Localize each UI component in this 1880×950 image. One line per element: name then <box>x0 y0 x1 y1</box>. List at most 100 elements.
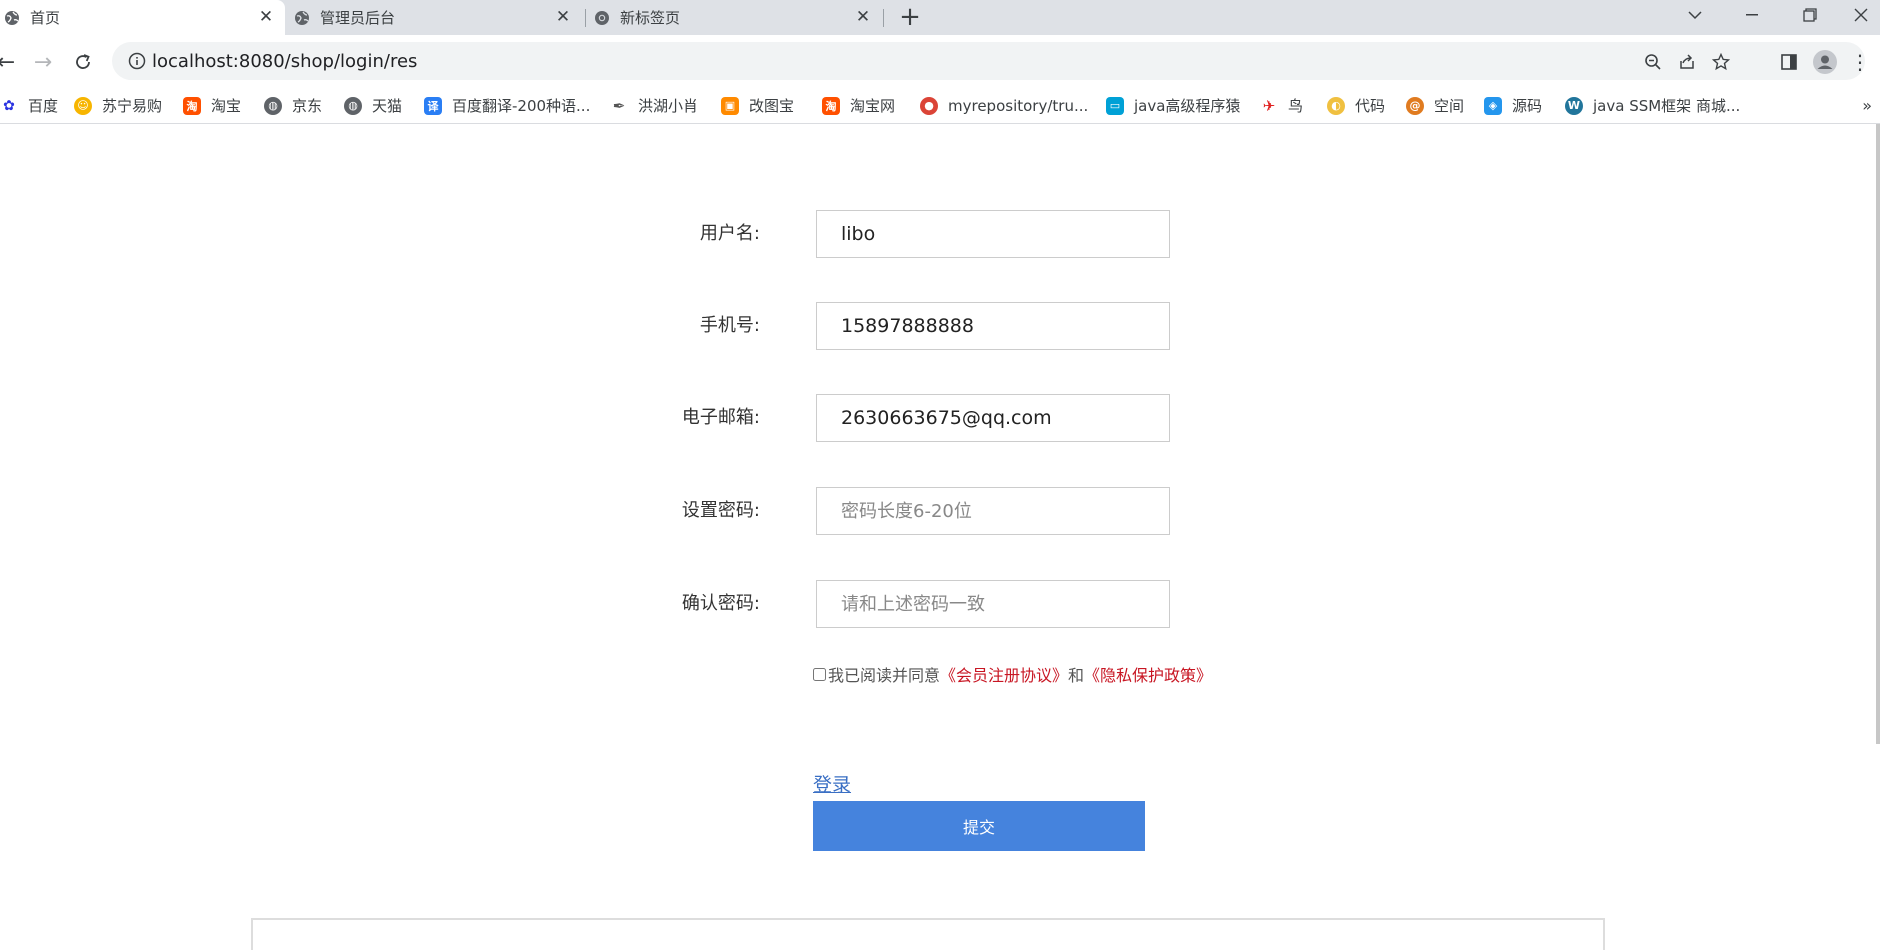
tab-separator <box>883 9 884 27</box>
close-window-icon[interactable] <box>1841 0 1880 30</box>
browser-toolbar: ← → localhost:8080/shop/login/res ⋮ <box>0 35 1880 88</box>
bookmark-item[interactable]: ◍ 京东 <box>264 88 322 123</box>
close-tab-icon[interactable]: ✕ <box>257 7 275 27</box>
phone-input[interactable] <box>816 302 1170 350</box>
bookmark-label: 鸟 <box>1288 97 1304 115</box>
minimize-icon[interactable] <box>1727 0 1777 30</box>
bookmark-item[interactable]: ● myrepository/tru... <box>920 88 1088 123</box>
bookmark-label: 天猫 <box>372 97 403 115</box>
bookmark-item[interactable]: ▭ java高级程序猿 <box>1106 88 1240 123</box>
confirm-password-row: 确认密码: <box>0 580 1880 628</box>
close-tab-icon[interactable]: ✕ <box>554 7 572 27</box>
agreement-row: 我已阅读并同意 《会员注册协议》 和 《隐私保护政策》 <box>813 662 1212 686</box>
bookmark-item[interactable]: ✈ 鸟 <box>1260 88 1303 123</box>
globe-icon <box>292 10 312 26</box>
bookmark-item[interactable]: W java SSM框架 商城... <box>1565 88 1740 123</box>
docker-icon: ◈ <box>1484 96 1502 115</box>
wordpress-icon: W <box>1565 96 1583 115</box>
tab-title: 首页 <box>30 9 61 27</box>
bookmark-label: java SSM框架 商城... <box>1593 97 1741 115</box>
tab-admin[interactable]: 管理员后台 ✕ <box>290 0 582 35</box>
bookmark-label: 洪湖小肖 <box>638 97 699 115</box>
zoom-icon[interactable] <box>1642 51 1664 73</box>
taobao-icon: 淘 <box>183 96 201 115</box>
tab-search-icon[interactable] <box>1670 0 1720 30</box>
globe-icon: ◍ <box>264 96 282 115</box>
bookmark-item[interactable]: 译 百度翻译-200种语... <box>424 88 590 123</box>
submit-button[interactable]: 提交 <box>813 801 1145 851</box>
taobao-icon: 淘 <box>822 96 840 115</box>
bookmark-label: java高级程序猿 <box>1134 97 1241 115</box>
bookmark-item[interactable]: 淘 淘宝网 <box>822 88 895 123</box>
bookmark-item[interactable]: ☺ 苏宁易购 <box>74 88 162 123</box>
privacy-policy-link[interactable]: 《隐私保护政策》 <box>1084 662 1212 686</box>
bookmarks-overflow-icon[interactable]: » <box>1862 88 1872 123</box>
bookmark-label: myrepository/tru... <box>948 96 1089 115</box>
bookmarks-bar: ✿ 百度 ☺ 苏宁易购 淘 淘宝 ◍ 京东 ◍ 天猫 译 百度翻译-200种语.… <box>0 88 1880 124</box>
info-icon[interactable] <box>128 52 146 74</box>
agree-checkbox[interactable] <box>813 667 826 681</box>
email-input[interactable] <box>816 394 1170 442</box>
phone-row: 手机号: <box>0 302 1880 350</box>
phone-label: 手机号: <box>699 315 760 336</box>
globe-icon <box>2 10 22 26</box>
tab-new[interactable]: 新标签页 ✕ <box>590 0 882 35</box>
confirm-password-label: 确认密码: <box>681 593 760 614</box>
login-link[interactable]: 登录 <box>813 770 851 797</box>
bookmark-label: 空间 <box>1434 97 1465 115</box>
reload-icon[interactable] <box>69 48 97 76</box>
address-bar[interactable]: localhost:8080/shop/login/res ⋮ <box>112 42 1870 80</box>
translate-icon: 译 <box>424 96 442 115</box>
password-input[interactable] <box>816 487 1170 535</box>
bookmark-label: 淘宝网 <box>850 97 896 115</box>
chrome-icon: ● <box>920 96 938 115</box>
username-row: 用户名: <box>0 210 1880 258</box>
bookmark-item[interactable]: ✒ 洪湖小肖 <box>610 88 698 123</box>
code-icon: ◐ <box>1327 96 1345 115</box>
bookmark-item[interactable]: ◐ 代码 <box>1327 88 1385 123</box>
forward-icon[interactable]: → <box>29 48 57 76</box>
close-tab-icon[interactable]: ✕ <box>854 7 872 27</box>
bookmark-item[interactable]: ◍ 天猫 <box>344 88 402 123</box>
bookmark-label: 源码 <box>1512 97 1543 115</box>
suning-icon: ☺ <box>74 96 92 115</box>
tab-strip: 首页 ✕ 管理员后台 ✕ 新标签页 ✕ + <box>0 0 1880 35</box>
bookmark-label: 苏宁易购 <box>102 97 163 115</box>
username-label: 用户名: <box>699 223 760 244</box>
menu-dots-icon[interactable]: ⋮ <box>1849 50 1871 74</box>
footer-box <box>251 918 1605 950</box>
password-row: 设置密码: <box>0 487 1880 535</box>
side-panel-icon[interactable] <box>1778 51 1800 73</box>
agree-text: 我已阅读并同意 <box>828 666 941 685</box>
gaitubao-icon: ▣ <box>721 96 739 115</box>
restore-icon[interactable] <box>1785 0 1835 30</box>
bookmark-star-icon[interactable] <box>1710 51 1732 73</box>
tab-home[interactable]: 首页 ✕ <box>0 0 285 35</box>
new-tab-button[interactable]: + <box>896 2 924 32</box>
globe-icon: ◍ <box>344 96 362 115</box>
tab-title: 管理员后台 <box>320 9 396 27</box>
bookmark-item[interactable]: ✿ 百度 <box>0 88 58 123</box>
bookmark-item[interactable]: ▣ 改图宝 <box>721 88 794 123</box>
bookmark-item[interactable]: 淘 淘宝 <box>183 88 241 123</box>
bookmark-label: 代码 <box>1355 97 1386 115</box>
bird-icon: ✈ <box>1260 96 1278 115</box>
bookmark-item[interactable]: @ 空间 <box>1406 88 1464 123</box>
back-icon[interactable]: ← <box>0 48 20 76</box>
confirm-password-input[interactable] <box>816 580 1170 628</box>
chrome-icon <box>592 10 612 26</box>
tab-title: 新标签页 <box>620 9 681 27</box>
bookmark-label: 改图宝 <box>749 97 795 115</box>
share-icon[interactable] <box>1676 51 1698 73</box>
url-text[interactable]: localhost:8080/shop/login/res <box>152 51 417 72</box>
email-label: 电子邮箱: <box>681 407 760 428</box>
and-text: 和 <box>1068 666 1085 685</box>
email-row: 电子邮箱: <box>0 394 1880 442</box>
bookmark-item[interactable]: ◈ 源码 <box>1484 88 1542 123</box>
username-input[interactable] <box>816 210 1170 258</box>
profile-avatar-icon[interactable] <box>1812 49 1838 75</box>
bookmark-label: 淘宝 <box>211 97 242 115</box>
member-agreement-link[interactable]: 《会员注册协议》 <box>940 662 1068 686</box>
space-icon: @ <box>1406 96 1424 115</box>
tab-separator <box>585 9 586 27</box>
